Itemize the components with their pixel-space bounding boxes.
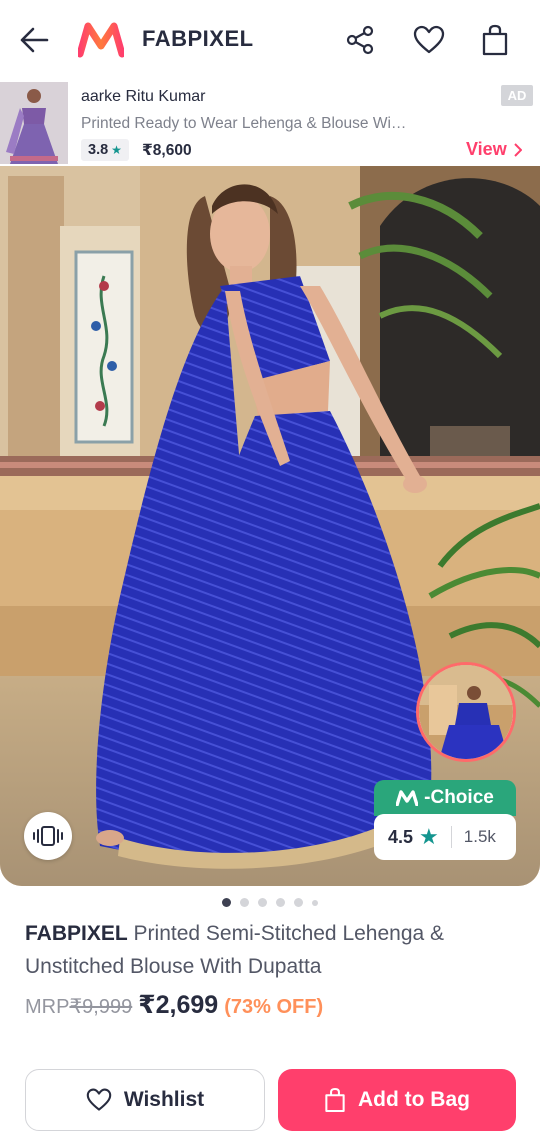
wishlist-label: Wishlist bbox=[123, 1088, 205, 1111]
rating-badge[interactable]: 4.5 ★ 1.5k bbox=[374, 814, 516, 860]
carousel-dot[interactable] bbox=[294, 898, 303, 907]
ad-thumbnail[interactable] bbox=[0, 82, 68, 164]
view-similar-button[interactable] bbox=[24, 812, 72, 860]
mrp: MRP₹9,999 bbox=[25, 994, 132, 1019]
heart-icon bbox=[86, 1088, 112, 1111]
carousel-dot[interactable] bbox=[240, 898, 249, 907]
myntra-logo[interactable] bbox=[76, 22, 126, 58]
rating-divider bbox=[450, 826, 452, 848]
app-header: FABPIXEL bbox=[0, 0, 540, 80]
ad-view-label: View bbox=[466, 139, 507, 159]
star-icon: ★ bbox=[419, 824, 439, 849]
ad-price: ₹8,600 bbox=[142, 142, 192, 159]
view-similar-icon bbox=[33, 826, 63, 846]
video-thumbnail[interactable] bbox=[416, 662, 516, 762]
price-row: MRP₹9,999 ₹2,699 (73% OFF) bbox=[25, 990, 323, 1020]
product-image-carousel[interactable] bbox=[0, 166, 540, 886]
m-choice-header: -Choice bbox=[374, 780, 516, 816]
carousel-dot[interactable] bbox=[276, 898, 285, 907]
carousel-dot[interactable] bbox=[312, 899, 318, 906]
brand-title[interactable]: FABPIXEL bbox=[142, 26, 254, 52]
add-to-bag-button[interactable]: Add to Bag bbox=[278, 1069, 516, 1131]
myntra-m-icon bbox=[396, 790, 419, 806]
arrow-left-icon bbox=[20, 27, 49, 53]
share-button[interactable] bbox=[340, 20, 380, 60]
rating-count: 1.5k bbox=[463, 827, 496, 846]
bag-icon bbox=[325, 1087, 345, 1113]
ad-rating-badge: 3.8 ★ bbox=[81, 139, 129, 161]
ad-description: Printed Ready to Wear Lehenga & Blouse W… bbox=[81, 115, 407, 132]
rating-value: 4.5 bbox=[388, 826, 414, 847]
carousel-dot[interactable] bbox=[258, 898, 267, 907]
heart-icon bbox=[413, 25, 445, 54]
ad-badge: AD bbox=[501, 85, 533, 106]
add-to-bag-label: Add to Bag bbox=[358, 1088, 470, 1111]
ad-brand: aarke Ritu Kumar bbox=[81, 88, 206, 105]
ad-rating-value: 3.8 bbox=[88, 142, 109, 158]
selling-price: ₹2,699 bbox=[138, 991, 219, 1019]
discount-label: (73% OFF) bbox=[224, 996, 324, 1018]
mrp-value: ₹9,999 bbox=[69, 996, 133, 1018]
product-brand[interactable]: FABPIXEL bbox=[25, 922, 128, 945]
back-button[interactable] bbox=[16, 22, 52, 58]
chevron-right-icon bbox=[513, 142, 522, 157]
bag-icon bbox=[482, 24, 508, 56]
share-icon bbox=[346, 25, 374, 55]
m-choice-label: -Choice bbox=[424, 787, 494, 808]
wishlist-header-button[interactable] bbox=[409, 20, 449, 60]
wishlist-button[interactable]: Wishlist bbox=[25, 1069, 265, 1131]
product-image bbox=[0, 166, 540, 886]
ad-view-link[interactable]: View bbox=[466, 139, 522, 160]
carousel-indicator bbox=[222, 898, 318, 907]
m-choice-badge: -Choice 4.5 ★ 1.5k bbox=[374, 780, 516, 860]
carousel-dot[interactable] bbox=[222, 898, 231, 907]
mrp-label: MRP bbox=[25, 996, 70, 1018]
star-icon: ★ bbox=[111, 143, 122, 157]
bag-header-button[interactable] bbox=[475, 20, 515, 60]
sponsored-ad[interactable]: aarke Ritu Kumar Printed Ready to Wear L… bbox=[0, 80, 540, 166]
product-title: FABPIXEL Printed Semi-Stitched Lehenga &… bbox=[25, 917, 515, 983]
